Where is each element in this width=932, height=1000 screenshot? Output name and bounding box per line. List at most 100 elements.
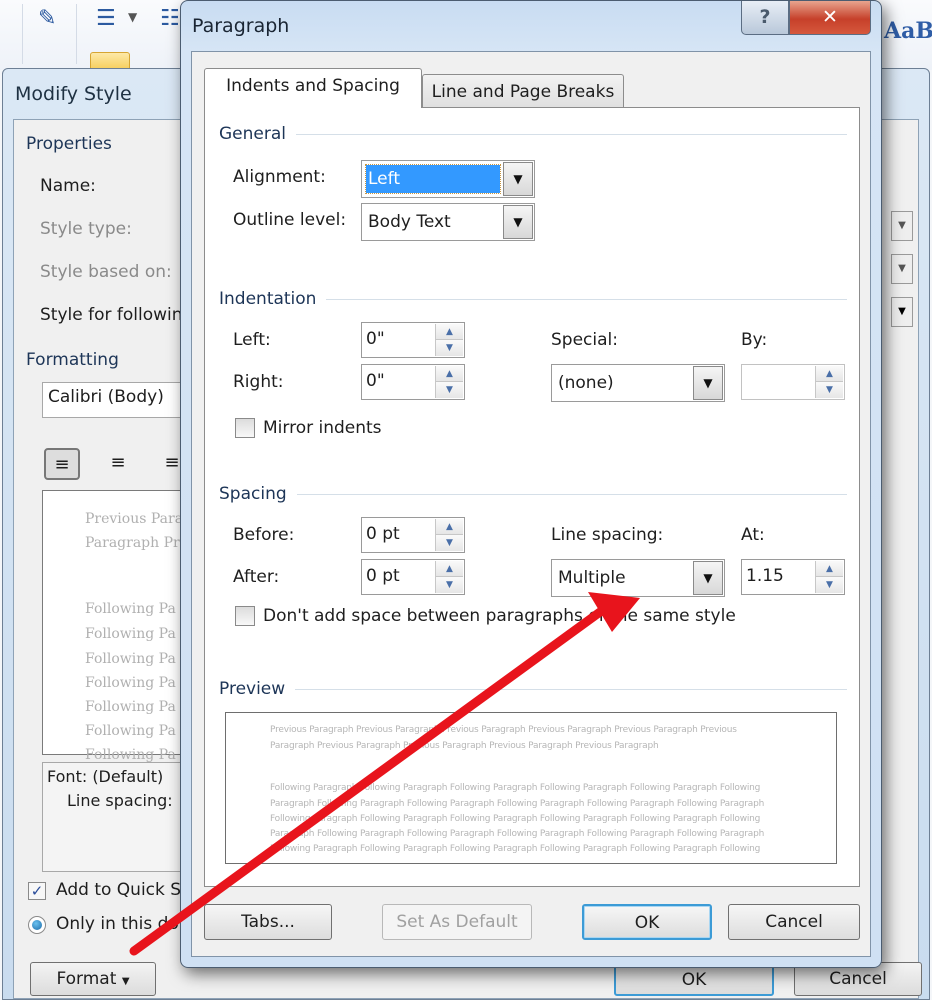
special-value: (none)	[558, 373, 614, 393]
paragraph-dialog-client: Indents and Spacing Line and Page Breaks…	[191, 51, 871, 957]
spin-buttons[interactable]: ▲ ▼	[435, 366, 463, 398]
indent-right-spinner[interactable]: 0" ▲ ▼	[361, 364, 465, 400]
by-spinner[interactable]: ▲ ▼	[741, 364, 845, 400]
spacing-before-label: Before:	[233, 525, 295, 545]
dont-add-space-checkbox[interactable]	[235, 606, 255, 626]
spin-buttons[interactable]: ▲ ▼	[815, 366, 843, 398]
tabs-button[interactable]: Tabs...	[204, 904, 332, 940]
spin-down-icon[interactable]: ▼	[436, 577, 463, 593]
preview-line: Paragraph Previous Paragraph Previous Pa…	[270, 741, 659, 751]
line-spacing-select[interactable]: Multiple ▼	[551, 559, 725, 597]
spacing-before-spinner[interactable]: 0 pt ▲ ▼	[361, 517, 465, 553]
align-left-button[interactable]: ≡	[44, 448, 80, 480]
chevron-down-icon[interactable]: ▼	[503, 162, 533, 196]
cancel-button[interactable]: Cancel	[728, 904, 860, 940]
chevron-down-icon[interactable]: ▼	[693, 366, 723, 400]
at-label: At:	[741, 525, 765, 545]
special-select[interactable]: (none) ▼	[551, 364, 725, 402]
outline-level-value: Body Text	[368, 212, 451, 232]
paragraph-preview-box: Previous Paragraph Previous Paragraph Pr…	[225, 712, 837, 864]
style-based-on-dropdown[interactable]: ▼	[891, 254, 913, 284]
spin-down-icon[interactable]: ▼	[436, 535, 463, 551]
indent-left-spinner[interactable]: 0" ▲ ▼	[361, 322, 465, 358]
spin-buttons[interactable]: ▲ ▼	[435, 519, 463, 551]
set-as-default-button[interactable]: Set As Default	[382, 904, 532, 940]
preview-group: Preview	[219, 679, 847, 699]
numbering-icon[interactable]: ☷	[160, 6, 180, 31]
preview-line: Following Pa	[85, 651, 176, 667]
add-quick-style-checkbox[interactable]: ✓	[28, 882, 46, 900]
align-center-button[interactable]: ≡	[100, 448, 136, 480]
help-button[interactable]: ?	[741, 1, 789, 35]
preview-line: Paragraph Following Paragraph Following …	[270, 799, 765, 809]
bullets-icon[interactable]: ☰	[96, 6, 116, 31]
general-group-label: General	[219, 124, 286, 144]
spin-buttons[interactable]: ▲ ▼	[435, 561, 463, 593]
spin-up-icon[interactable]: ▲	[816, 561, 843, 577]
preview-line: Previous Para	[85, 511, 184, 527]
tab-line-and-page-breaks[interactable]: Line and Page Breaks	[422, 74, 624, 110]
ribbon-separator	[76, 4, 77, 64]
format-menu-button[interactable]: Format ▼	[30, 962, 156, 996]
chevron-down-icon[interactable]: ▼	[128, 10, 137, 24]
style-type-label: Style type:	[40, 219, 132, 239]
indent-right-label: Right:	[233, 372, 284, 392]
paragraph-dialog-title: Paragraph	[192, 15, 290, 37]
indentation-group-label: Indentation	[219, 289, 317, 309]
close-icon: ✕	[822, 6, 838, 28]
outline-level-label: Outline level:	[233, 210, 347, 230]
mirror-indents-checkbox[interactable]	[235, 418, 255, 438]
spin-up-icon[interactable]: ▲	[436, 324, 463, 340]
style-following-dropdown[interactable]: ▼	[891, 297, 913, 327]
outline-level-select[interactable]: Body Text ▼	[361, 203, 535, 241]
tab-indents-and-spacing[interactable]: Indents and Spacing	[204, 68, 422, 108]
group-divider	[296, 493, 847, 495]
ok-button[interactable]: OK	[582, 904, 712, 940]
spin-up-icon[interactable]: ▲	[436, 519, 463, 535]
preview-group-label: Preview	[219, 679, 286, 699]
indentation-group: Indentation	[219, 289, 847, 309]
properties-group-label: Properties	[26, 134, 112, 154]
chevron-down-icon[interactable]: ▼	[693, 561, 723, 595]
close-button[interactable]: ✕	[789, 1, 871, 35]
spin-buttons[interactable]: ▲ ▼	[815, 561, 843, 593]
general-group: General	[219, 124, 847, 144]
spin-down-icon[interactable]: ▼	[436, 340, 463, 356]
spin-down-icon[interactable]: ▼	[816, 577, 843, 593]
name-label: Name:	[40, 176, 96, 196]
preview-line: Following Pa	[85, 601, 176, 617]
spin-down-icon[interactable]: ▼	[816, 382, 843, 398]
spacing-group-label: Spacing	[219, 484, 287, 504]
spacing-before-value: 0 pt	[366, 524, 400, 544]
ribbon-separator	[22, 4, 23, 64]
chevron-down-icon[interactable]: ▼	[503, 205, 533, 239]
style-following-label: Style for followin	[40, 305, 183, 325]
spin-up-icon[interactable]: ▲	[816, 366, 843, 382]
alignment-value: Left	[365, 164, 501, 194]
spacing-after-value: 0 pt	[366, 566, 400, 586]
mirror-indents-label: Mirror indents	[263, 418, 382, 438]
spacing-after-label: After:	[233, 567, 280, 587]
preview-line: Paragraph Following Paragraph Following …	[270, 829, 765, 839]
preview-line: Paragraph Pre	[85, 535, 189, 551]
preview-line: Following Pa	[85, 747, 176, 763]
at-spinner[interactable]: 1.15 ▲ ▼	[741, 559, 845, 595]
spin-up-icon[interactable]: ▲	[436, 561, 463, 577]
style-type-dropdown[interactable]: ▼	[891, 211, 913, 241]
by-label: By:	[741, 330, 768, 350]
spelling-icon[interactable]: ✎	[38, 6, 56, 31]
spin-up-icon[interactable]: ▲	[436, 366, 463, 382]
style-gallery-preview[interactable]: AaB	[884, 18, 932, 44]
alignment-select[interactable]: Left ▼	[361, 160, 535, 198]
spacing-group: Spacing	[219, 484, 847, 504]
only-this-document-radio[interactable]	[28, 916, 46, 934]
preview-line: Following Paragraph Following Paragraph …	[270, 814, 761, 824]
spacing-after-spinner[interactable]: 0 pt ▲ ▼	[361, 559, 465, 595]
at-value: 1.15	[746, 566, 784, 586]
spin-down-icon[interactable]: ▼	[436, 382, 463, 398]
preview-line: Following Pa	[85, 675, 176, 691]
only-this-document-label: Only in this do	[56, 914, 179, 934]
description-line: Line spacing:	[67, 791, 173, 810]
indent-left-label: Left:	[233, 330, 271, 350]
spin-buttons[interactable]: ▲ ▼	[435, 324, 463, 356]
